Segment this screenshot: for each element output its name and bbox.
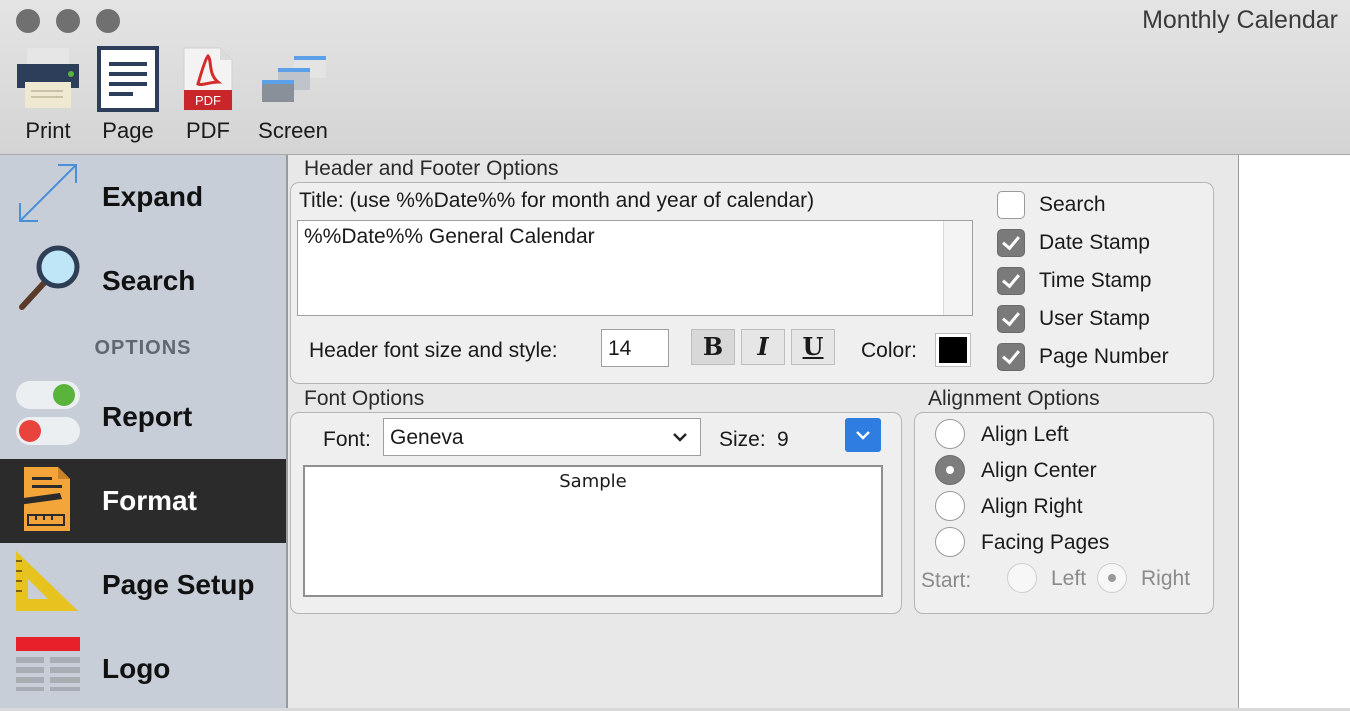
size-label: Size: <box>719 428 766 451</box>
color-swatch <box>939 337 967 363</box>
font-sample-preview: Sample <box>303 465 883 597</box>
chevron-down-icon <box>673 433 687 442</box>
title-textarea[interactable]: %%Date%% General Calendar <box>297 220 973 316</box>
page-number-label: Page Number <box>1039 345 1169 368</box>
sidebar-item-page-setup[interactable]: Page Setup <box>0 543 286 627</box>
pdf-badge-text: PDF <box>195 93 221 108</box>
underline-button[interactable]: U <box>791 329 835 365</box>
alignment-options-section-title: Alignment Options <box>928 387 1100 410</box>
expand-arrows-icon <box>19 164 77 222</box>
start-label: Start: <box>921 569 972 592</box>
italic-button[interactable]: I <box>741 329 785 365</box>
date-stamp-checkbox[interactable] <box>997 229 1025 257</box>
start-left-label: Left <box>1051 567 1087 590</box>
size-dropdown-button[interactable] <box>845 418 881 452</box>
date-stamp-label: Date Stamp <box>1039 231 1150 254</box>
format-options-panel: Header and Footer Options Title: (use %%… <box>288 155 1238 708</box>
user-stamp-label: User Stamp <box>1039 307 1150 330</box>
close-window-icon[interactable] <box>16 9 40 33</box>
screen-button[interactable]: Screen <box>252 46 334 146</box>
header-font-size-value: 14 <box>608 337 632 360</box>
font-label: Font: <box>323 428 371 451</box>
sidebar-format-label: Format <box>102 485 197 516</box>
sidebar-logo-label: Logo <box>102 653 171 684</box>
sidebar-expand-label: Expand <box>102 181 204 212</box>
title-label: Title: (use %%Date%% for month and year … <box>299 189 815 212</box>
print-button[interactable]: Print <box>14 46 82 146</box>
time-stamp-checkbox[interactable] <box>997 267 1025 295</box>
start-right-radio[interactable] <box>1097 563 1127 593</box>
sidebar: Expand Search OPTIONS Report Format Page… <box>0 155 288 708</box>
size-value: 9 <box>777 428 789 451</box>
screen-label: Screen <box>258 118 328 143</box>
triangle-ruler-icon <box>16 551 78 611</box>
search-checkbox-label: Search <box>1039 193 1106 216</box>
pdf-icon: PDF <box>183 47 233 111</box>
logo-table-icon <box>16 637 80 691</box>
font-options-box: Font: Geneva Size: 9 Sample <box>290 412 902 614</box>
page-icon <box>97 46 159 112</box>
color-label: Color: <box>861 339 918 362</box>
facing-pages-label: Facing Pages <box>981 531 1110 554</box>
sidebar-item-logo[interactable]: Logo <box>0 627 286 711</box>
user-stamp-checkbox[interactable] <box>997 305 1025 333</box>
header-footer-box: Title: (use %%Date%% for month and year … <box>290 182 1214 384</box>
sidebar-item-expand[interactable]: Expand <box>0 155 286 239</box>
header-font-size-input[interactable]: 14 <box>601 329 669 367</box>
page-number-checkbox[interactable] <box>997 343 1025 371</box>
print-label: Print <box>25 118 71 143</box>
page-button[interactable]: Page <box>94 46 162 146</box>
facing-pages-radio[interactable] <box>935 527 965 557</box>
align-right-label: Align Right <box>981 495 1083 518</box>
pdf-label: PDF <box>186 118 230 143</box>
bold-button[interactable]: B <box>691 329 735 365</box>
header-font-size-label: Header font size and style: <box>309 339 558 362</box>
title-scrollbar[interactable] <box>943 221 972 315</box>
screen-icon <box>262 56 326 102</box>
sidebar-item-search[interactable]: Search <box>0 239 286 323</box>
page-label: Page <box>102 118 154 143</box>
zoom-window-icon[interactable] <box>96 9 120 33</box>
sidebar-page-setup-label: Page Setup <box>102 569 255 600</box>
format-document-icon <box>16 467 70 531</box>
start-left-radio[interactable] <box>1007 563 1037 593</box>
sidebar-search-label: Search <box>102 265 196 296</box>
title-value: %%Date%% General Calendar <box>304 225 595 248</box>
sidebar-item-report[interactable]: Report <box>0 375 286 459</box>
options-section-label: OPTIONS <box>94 337 192 359</box>
size-chevron-down-icon <box>856 431 870 440</box>
font-options-section-title: Font Options <box>304 387 425 410</box>
sidebar-report-label: Report <box>102 401 193 432</box>
align-center-label: Align Center <box>981 459 1097 482</box>
header-footer-section-title: Header and Footer Options <box>304 157 559 180</box>
window-title: Monthly Calendar <box>1142 6 1338 34</box>
search-checkbox[interactable] <box>997 191 1025 219</box>
align-left-label: Align Left <box>981 423 1069 446</box>
font-select[interactable]: Geneva <box>383 418 701 456</box>
align-left-radio[interactable] <box>935 419 965 449</box>
printer-icon <box>17 48 79 108</box>
alignment-options-box: Align Left Align Center Align Right Faci… <box>914 412 1214 614</box>
color-well[interactable] <box>935 333 971 367</box>
time-stamp-label: Time Stamp <box>1039 269 1152 292</box>
start-right-label: Right <box>1141 567 1191 590</box>
sidebar-item-format[interactable]: Format <box>0 459 286 543</box>
magnifier-icon <box>19 245 80 310</box>
pdf-button[interactable]: PDF PDF <box>174 46 242 146</box>
font-value: Geneva <box>390 426 464 449</box>
window-titlebar: Monthly Calendar Print Page PDF PDF Scre… <box>0 0 1350 155</box>
minimize-window-icon[interactable] <box>56 9 80 33</box>
align-right-radio[interactable] <box>935 491 965 521</box>
align-center-radio[interactable] <box>935 455 965 485</box>
sample-text: Sample <box>559 471 627 492</box>
preview-pane <box>1238 155 1350 708</box>
toggle-switches-icon <box>16 381 80 445</box>
